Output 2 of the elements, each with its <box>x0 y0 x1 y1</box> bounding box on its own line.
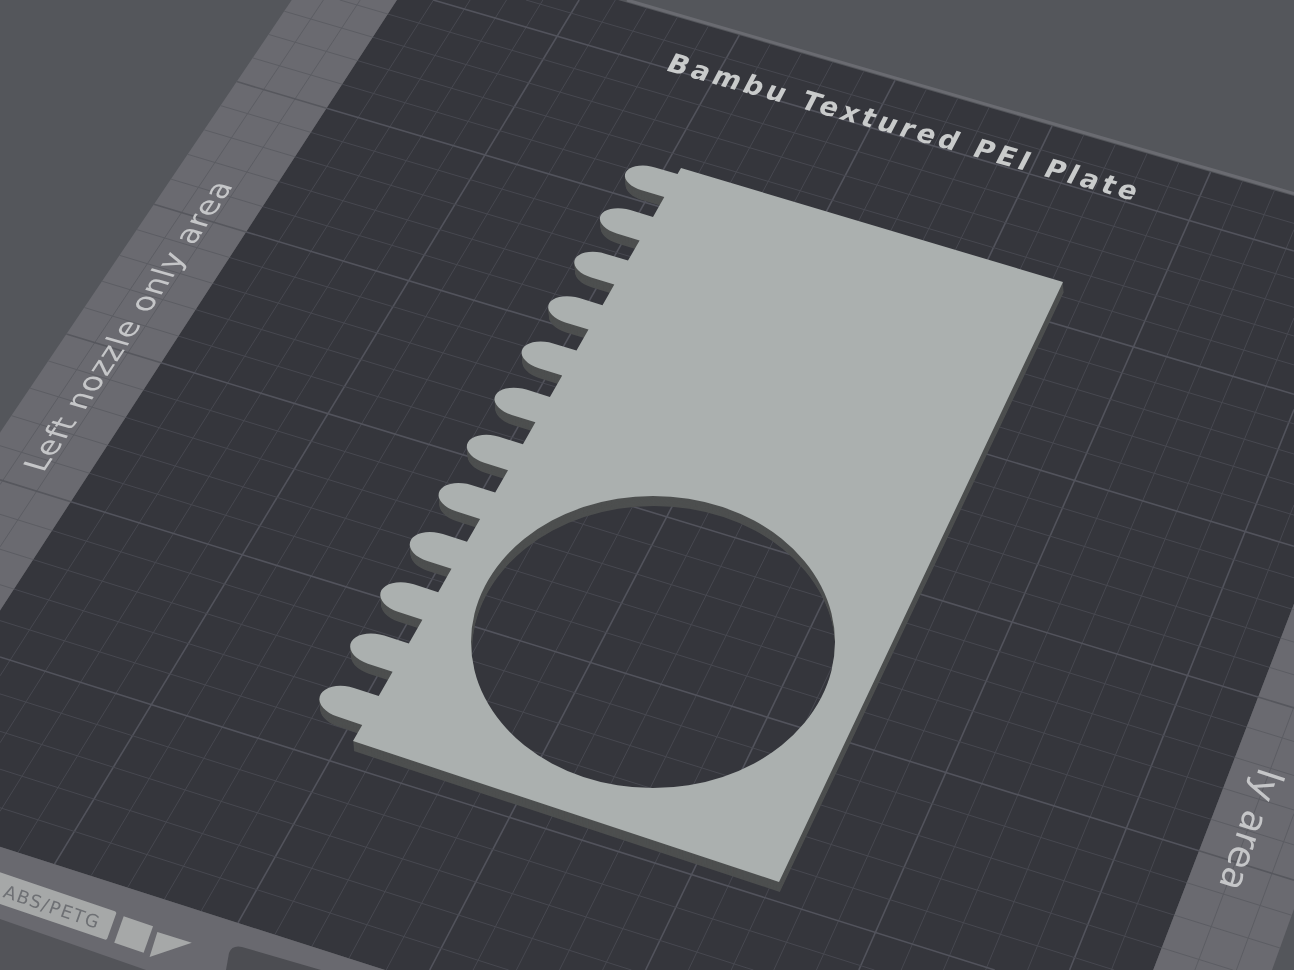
triangle-icon <box>149 932 192 957</box>
zone-label: ly area <box>1210 763 1292 897</box>
